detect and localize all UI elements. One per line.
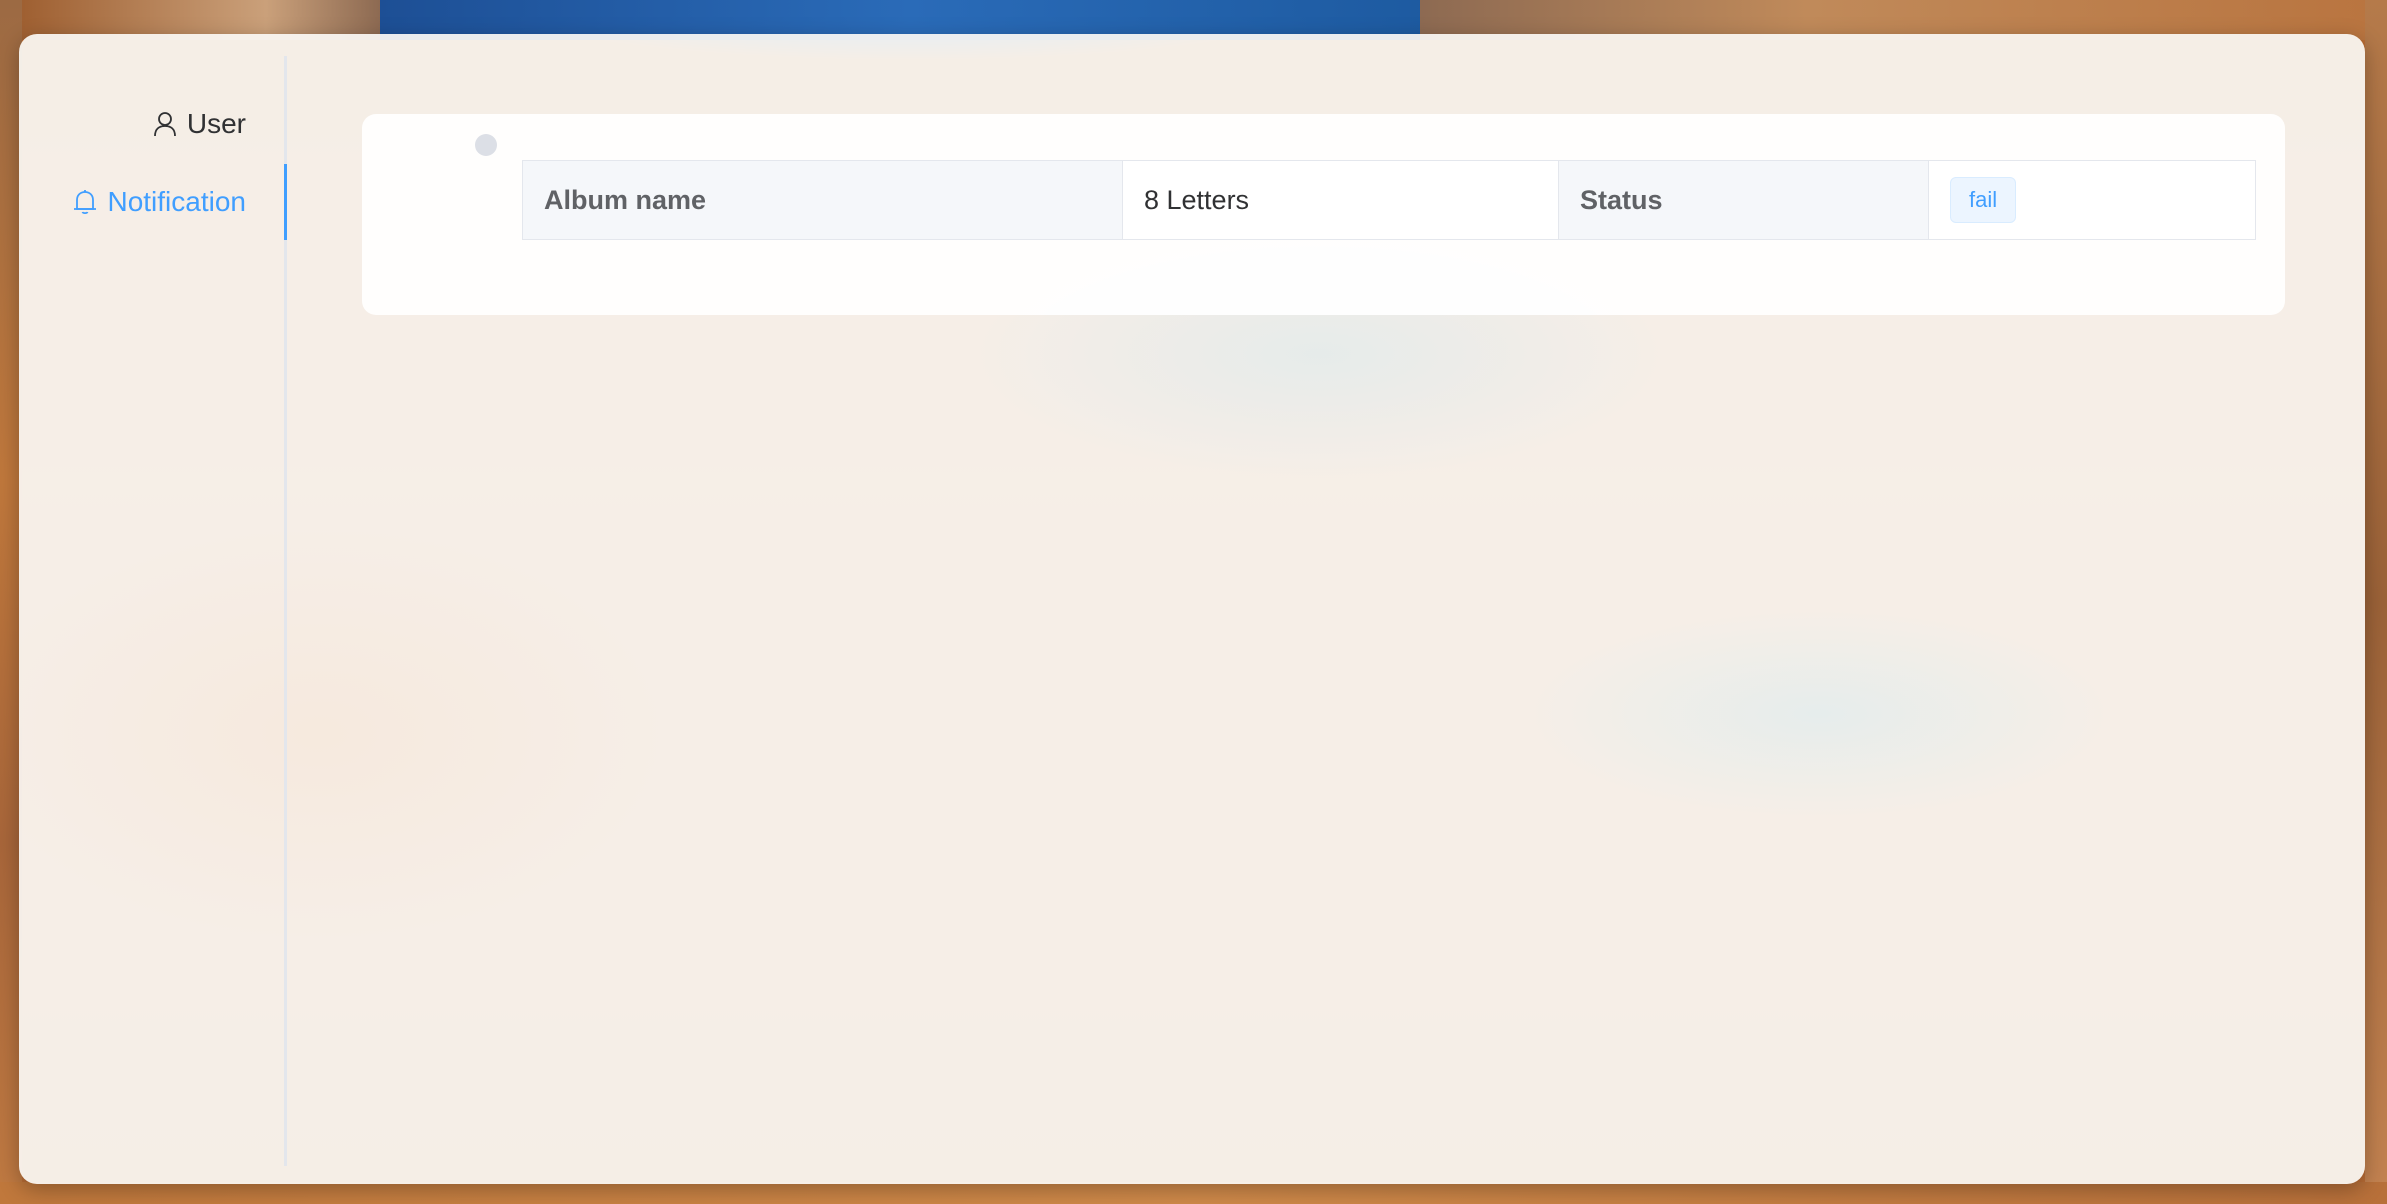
notification-card: Album name 8 Letters Status fail [362, 114, 2285, 315]
sidebar-item-label: Notification [107, 186, 246, 217]
app-window: User Notification Album name 8 Letters S… [19, 34, 2365, 1184]
sidebar-item-notification[interactable]: Notification [19, 164, 284, 240]
album-details-table: Album name 8 Letters Status fail [522, 160, 2256, 240]
wallpaper-edge-right [2365, 0, 2387, 1204]
bell-icon [71, 188, 99, 216]
status-badge: fail [1950, 177, 2017, 223]
album-name-label: Album name [522, 160, 1123, 240]
active-indicator [284, 164, 287, 240]
album-name-value: 8 Letters [1122, 160, 1559, 240]
status-cell: fail [1928, 160, 2256, 240]
sidebar-item-user[interactable]: User [19, 86, 284, 162]
user-icon [151, 110, 179, 138]
timeline-dot [475, 134, 497, 156]
status-label: Status [1558, 160, 1929, 240]
wallpaper-bottom [0, 1182, 2387, 1204]
table-row: Album name 8 Letters Status fail [522, 160, 2256, 240]
sidebar-menu: User Notification [19, 56, 287, 1166]
sidebar-item-label: User [186, 108, 246, 139]
